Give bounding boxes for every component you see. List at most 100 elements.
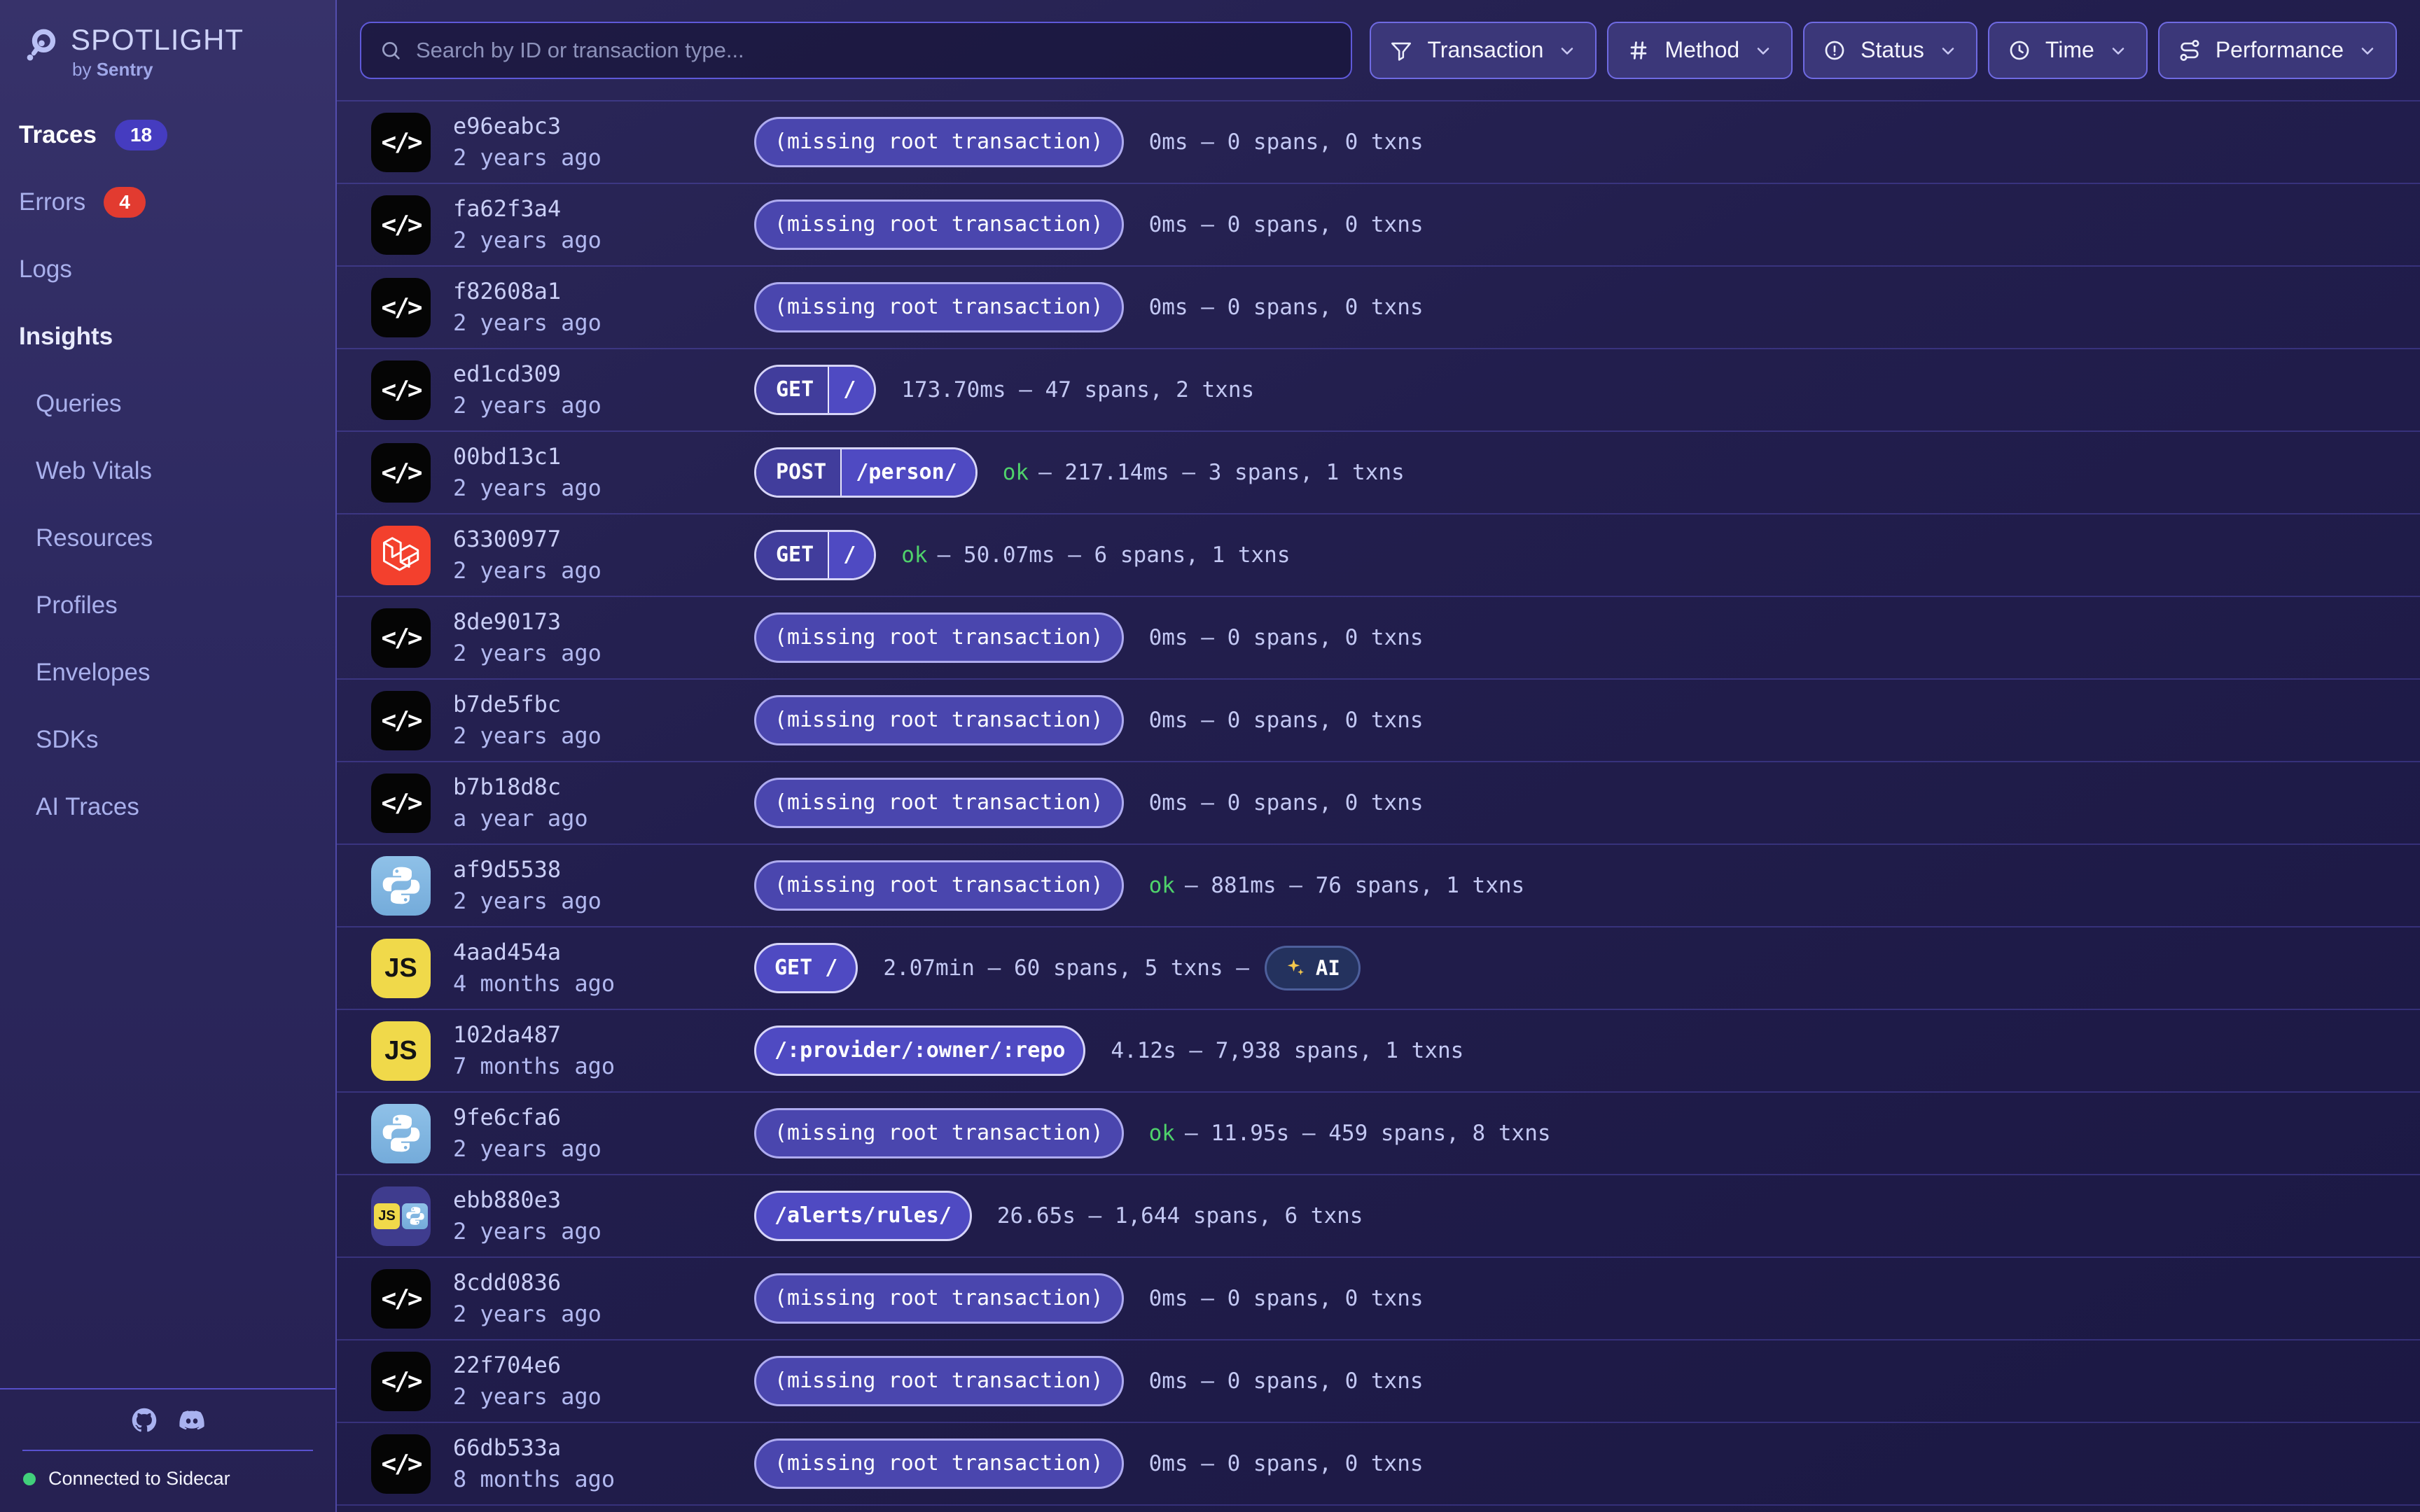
trace-age: 2 years ago [453,723,754,749]
code-icon: </> [371,443,431,503]
method-badge: POST/person/ [754,447,978,498]
table-row[interactable]: </>66db533a8 months ago(missing root tra… [337,1422,2420,1504]
trace-id-cell: 4aad454a4 months ago [453,939,754,997]
table-row[interactable]: </>fa62f3a42 years ago(missing root tran… [337,183,2420,265]
missing-root-badge: (missing root transaction) [754,612,1124,663]
trace-metrics: 0ms — 0 spans, 0 txns [1149,1368,1424,1394]
trace-list: </> e96eabc3 2 years ago (missing root tran… [337,100,2420,1512]
sidebar-nav: Traces18Errors4LogsInsightsQueriesWeb Vi… [0,102,335,841]
table-row[interactable]: JSebb880e32 years ago/alerts/rules/26.65… [337,1174,2420,1256]
sidebar-item-label: Resources [36,524,153,552]
trace-stats: 0ms — 0 spans, 0 txns [1149,1286,1424,1311]
sparkles-icon [1285,958,1306,979]
table-row[interactable]: </>ed1cd3092 years agoGET/173.70ms — 47 … [337,348,2420,430]
sidebar-item-ai-traces[interactable]: AI Traces [0,774,335,841]
filter-performance[interactable]: Performance [2158,22,2397,79]
brand-text: SPOTLIGHT by Sentry [71,24,244,80]
trace-id: e96eabc3 [453,113,754,139]
table-row[interactable]: </> 00bd13c1 2 years agoPOST/person/ok— 21… [337,430,2420,513]
sidebar: SPOTLIGHT by Sentry Traces18Errors4LogsI… [0,0,337,1512]
filter-transaction[interactable]: Transaction [1370,22,1597,79]
table-row[interactable]: </>b7de5fbc2 years ago(missing root tran… [337,678,2420,761]
table-row[interactable]: af9d55382 years ago(missing root transac… [337,844,2420,926]
python-icon [371,856,431,916]
trace-age: 2 years ago [453,475,754,501]
connection-status-label: Connected to Sidecar [48,1468,230,1490]
search-box[interactable] [360,22,1352,79]
code-icon: </> [371,774,431,833]
trace-metrics: ok— 217.14ms — 3 spans, 1 txns [1003,460,1405,485]
table-row[interactable]: JS4aad454a4 months agoGET /2.07min — 60 … [337,926,2420,1009]
brand[interactable]: SPOTLIGHT by Sentry [0,0,335,80]
trace-metrics: 0ms — 0 spans, 0 txns [1149,130,1424,155]
filter-time[interactable]: Time [1988,22,2148,79]
trace-metrics: 0ms — 0 spans, 0 txns [1149,295,1424,320]
sidebar-item-traces[interactable]: Traces18 [0,102,335,169]
status-ok: ok [1149,1121,1175,1146]
trace-metrics: ok — 11.95s — 459 spans, 8 txns [1149,1121,1551,1146]
status-dot-icon [23,1473,36,1485]
filter-status[interactable]: Status [1803,22,1977,79]
sidebar-item-web-vitals[interactable]: Web Vitals [0,438,335,505]
search-input[interactable] [416,38,1333,63]
table-row[interactable]: </>e96eabc32 years ago(missing root tran… [337,100,2420,183]
code-icon: </> [371,113,431,172]
sidebar-item-insights[interactable]: Insights [0,303,335,370]
trace-age: 2 years ago [453,310,754,336]
trace-stats: — 11.95s — 459 spans, 8 txns [1185,1121,1551,1146]
missing-root-badge: (missing root transaction) [754,1356,1124,1406]
sidebar-item-logs[interactable]: Logs [0,236,335,303]
trace-id-cell: 8cdd08362 years ago [453,1270,754,1327]
missing-root-badge: (missing root transaction) [754,117,1124,167]
connection-status: Connected to Sidecar [0,1468,335,1490]
discord-icon[interactable] [179,1408,204,1433]
trace-id-cell: 22f704e62 years ago [453,1352,754,1410]
table-row[interactable]: 633009772 years agoGET/ok— 50.07ms — 6 s… [337,513,2420,596]
sidebar-item-sdks[interactable]: SDKs [0,706,335,774]
python-icon [402,1203,428,1229]
trace-metrics: 26.65s — 1,644 spans, 6 txns [997,1203,1363,1228]
path-label: /person/ [840,449,975,496]
trace-age: 7 months ago [453,1054,754,1079]
trace-id: 8cdd0836 [453,1270,754,1296]
missing-root-badge: (missing root transaction) [754,1108,1124,1158]
trace-metrics: ok— 881ms — 76 spans, 1 txns [1149,873,1525,898]
table-row[interactable]: JS102da4877 months ago/:provider/:owner/… [337,1009,2420,1091]
sidebar-item-errors[interactable]: Errors4 [0,169,335,236]
missing-root-badge: (missing root transaction) [754,778,1124,828]
table-row[interactable]: </>8cdd08362 years ago(missing root tran… [337,1256,2420,1339]
trace-id: 00bd13c1 [453,444,754,470]
table-row[interactable]: 9fe6cfa62 years ago(missing root transac… [337,1091,2420,1174]
trace-stats: 0ms — 0 spans, 0 txns [1149,1368,1424,1394]
filter-bar: Transaction Method Status Time Performance [1370,22,2397,79]
missing-root-badge: (missing root transaction) [754,1273,1124,1324]
sidebar-item-envelopes[interactable]: Envelopes [0,639,335,706]
filter-label: Method [1664,37,1739,63]
github-icon[interactable] [132,1408,157,1433]
alert-circle-icon [1823,38,1847,62]
trace-id-cell: ed1cd3092 years ago [453,361,754,419]
filter-label: Performance [2216,37,2344,63]
trace-age: 2 years ago [453,558,754,584]
sidebar-item-label: Traces [19,121,97,149]
sidebar-item-profiles[interactable]: Profiles [0,572,335,639]
table-row[interactable]: </>8de901732 years ago(missing root tran… [337,596,2420,678]
table-row[interactable]: </>22f704e62 years ago(missing root tran… [337,1339,2420,1422]
errors-count-badge: 4 [104,187,146,218]
hash-icon [1627,38,1650,62]
trace-id: 66db533a [453,1435,754,1461]
sidebar-item-resources[interactable]: Resources [0,505,335,572]
javascript-python-icon: JS [371,1186,431,1246]
filter-label: Time [2045,37,2094,63]
filter-method[interactable]: Method [1607,22,1793,79]
sidebar-item-label: SDKs [36,726,98,754]
search-icon [380,39,402,62]
table-row[interactable]: </>b7b18d8ca year ago(missing root trans… [337,761,2420,844]
trace-age: 8 months ago [453,1466,754,1492]
code-icon: </> [371,691,431,750]
code-icon: </> [371,608,431,668]
sidebar-item-queries[interactable]: Queries [0,370,335,438]
javascript-icon: JS [371,939,431,998]
table-row[interactable]: </>f82608a12 years ago(missing root tran… [337,265,2420,348]
python-icon [371,1104,431,1163]
